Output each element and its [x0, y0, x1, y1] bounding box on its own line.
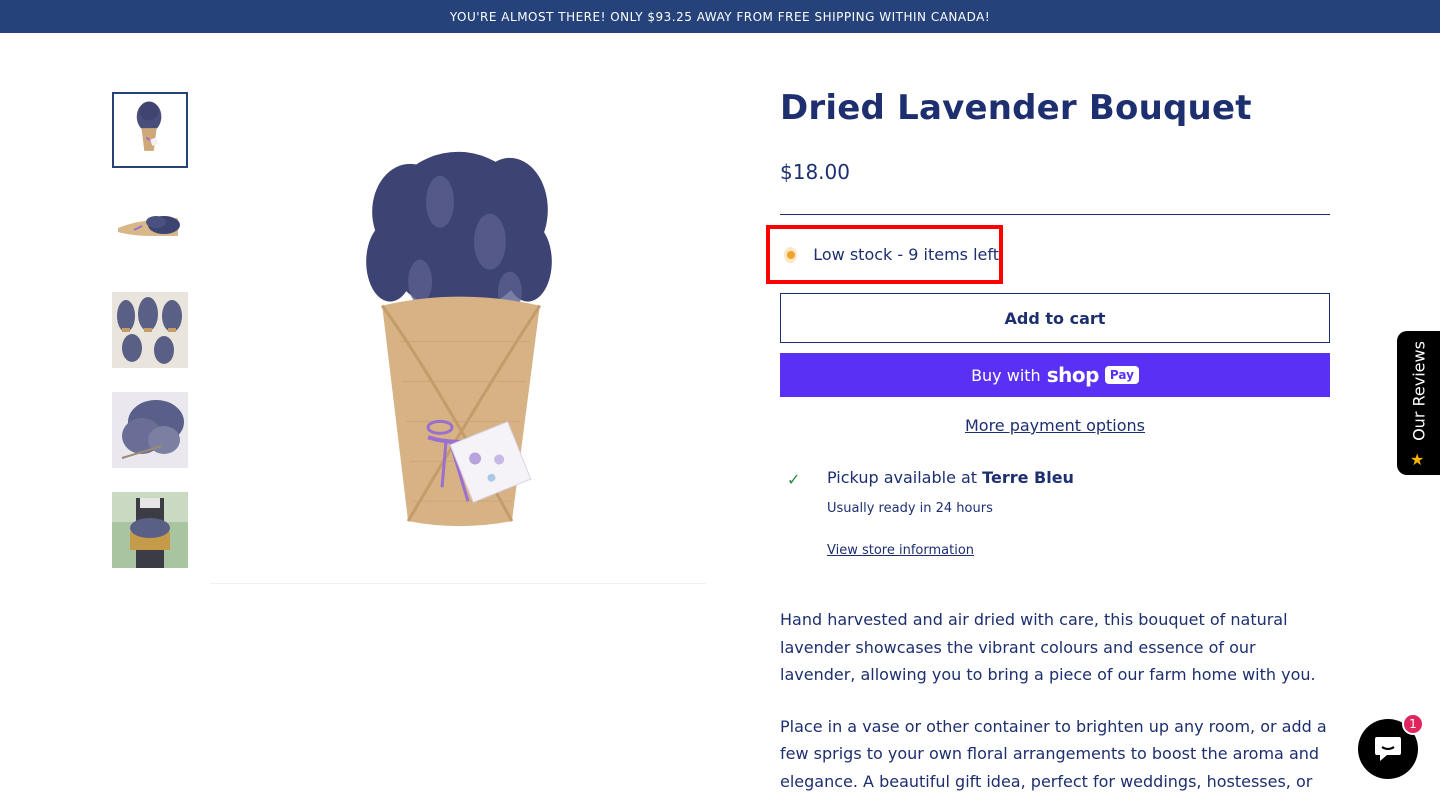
pickup-prefix: Pickup available at: [827, 468, 983, 487]
thumbnail-1[interactable]: [112, 92, 188, 168]
our-reviews-tab[interactable]: Our Reviews ★: [1397, 331, 1440, 475]
thumbnail-lying-bouquet-image: [112, 192, 188, 268]
main-product-image[interactable]: [210, 92, 706, 584]
chat-notification-badge: 1: [1402, 713, 1424, 735]
buy-with-shop-pay-button[interactable]: Buy with shop Pay: [780, 353, 1330, 397]
description-paragraph-1: Hand harvested and air dried with care, …: [780, 610, 1316, 684]
lavender-bouquet-image: [210, 92, 706, 583]
description-paragraph-2: Place in a vase or other container to br…: [780, 716, 1327, 791]
announcement-bar: YOU'RE ALMOST THERE! ONLY $93.25 AWAY FR…: [0, 0, 1440, 33]
thumbnail-3[interactable]: [112, 292, 188, 368]
buy-with-label: Buy with: [971, 365, 1041, 385]
price-divider: [780, 214, 1330, 215]
pickup-store: Terre Bleu: [982, 468, 1074, 487]
view-store-information-link[interactable]: View store information: [827, 543, 974, 558]
add-to-cart-button[interactable]: Add to cart: [780, 293, 1330, 343]
thumbnail-bundles-image: [112, 292, 188, 368]
pay-badge: Pay: [1104, 366, 1139, 384]
chat-icon: [1375, 737, 1401, 761]
thumbnail-farm-image: [112, 492, 188, 568]
check-icon: ✓: [787, 470, 801, 489]
thumbnail-2[interactable]: [112, 192, 188, 268]
thumbnail-closeup-image: [112, 392, 188, 468]
pickup-ready-time: Usually ready in 24 hours: [827, 501, 993, 516]
stock-status-text: Low stock - 9 items left: [813, 245, 999, 264]
pickup-line: Pickup available at Terre Bleu: [827, 468, 1074, 487]
product-description: Hand harvested and air dried with care, …: [780, 606, 1330, 800]
thumbnail-bouquet-image: [114, 94, 186, 166]
shop-logo: shop: [1046, 363, 1100, 387]
thumbnail-gallery: [112, 92, 188, 592]
stock-dot-icon: [784, 246, 798, 263]
more-payment-options-link[interactable]: More payment options: [780, 416, 1330, 435]
thumbnail-4[interactable]: [112, 392, 188, 468]
product-title: Dried Lavender Bouquet: [780, 88, 1252, 128]
thumbnail-5[interactable]: [112, 492, 188, 568]
announcement-text: YOU'RE ALMOST THERE! ONLY $93.25 AWAY FR…: [449, 9, 991, 24]
stock-indicator-highlight: Low stock - 9 items left: [766, 225, 1003, 284]
our-reviews-label: Our Reviews: [1409, 341, 1428, 441]
product-price: $18.00: [780, 160, 850, 184]
star-icon: ★: [1410, 450, 1425, 469]
